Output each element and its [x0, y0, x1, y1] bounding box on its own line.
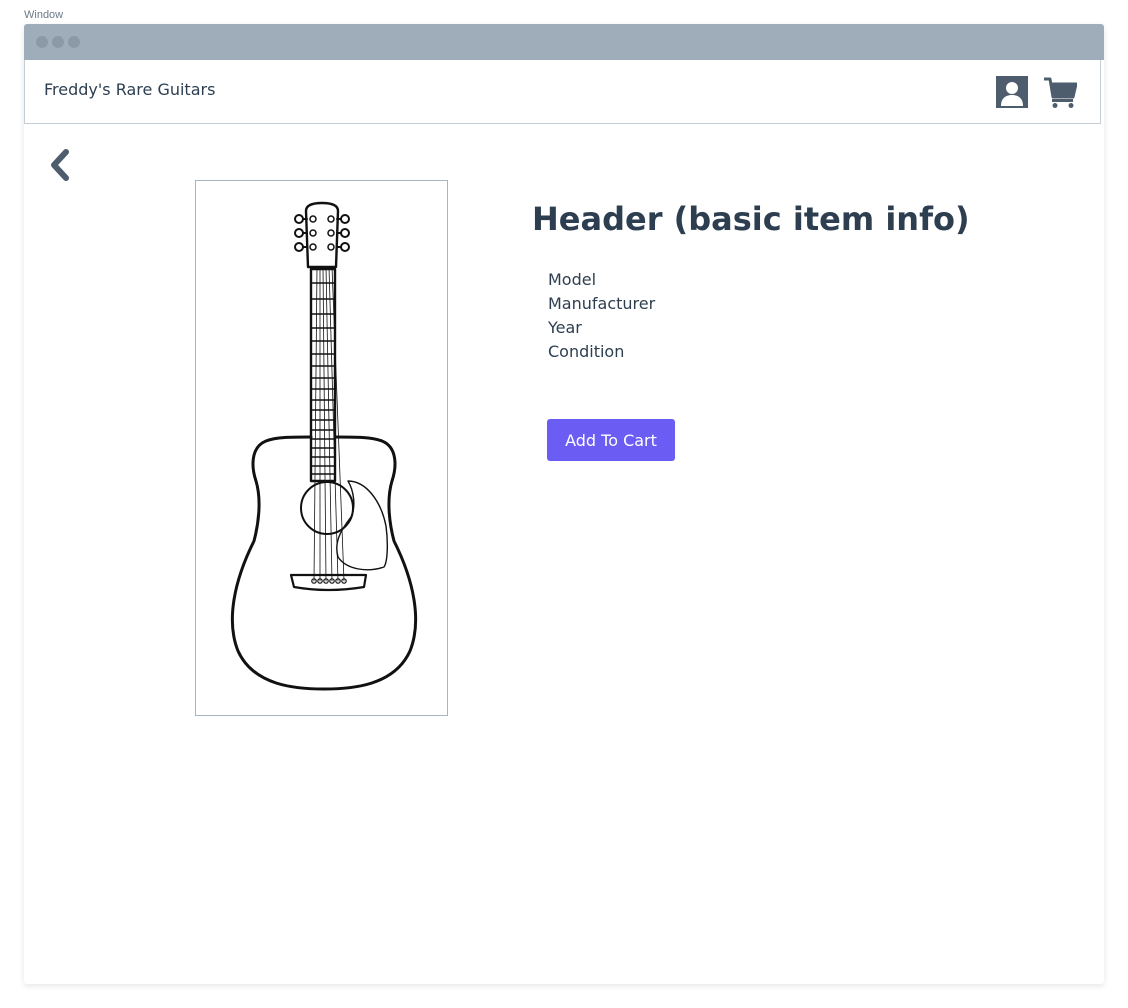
window-dot-minimize[interactable]	[52, 36, 64, 48]
app-window: Freddy's Rare Guitars Header (basic item…	[24, 24, 1104, 984]
item-header: Header (basic item info)	[532, 200, 970, 238]
chevron-left-icon[interactable]	[48, 148, 72, 182]
top-navbar: Freddy's Rare Guitars	[24, 60, 1101, 124]
product-image	[195, 180, 448, 716]
item-details-list: Model Manufacturer Year Condition	[548, 268, 655, 364]
window-titlebar[interactable]	[24, 24, 1104, 60]
shopping-cart-icon[interactable]	[1043, 75, 1078, 109]
detail-model: Model	[548, 270, 597, 289]
window-dot-maximize[interactable]	[68, 36, 80, 48]
brand-name[interactable]: Freddy's Rare Guitars	[44, 80, 215, 99]
window-caption: Window	[24, 9, 64, 21]
window-dot-close[interactable]	[36, 36, 48, 48]
acoustic-guitar-image	[230, 201, 418, 691]
user-icon[interactable]	[996, 76, 1028, 108]
add-to-cart-button[interactable]: Add To Cart	[547, 419, 675, 461]
detail-manufacturer: Manufacturer	[548, 294, 656, 313]
detail-year: Year	[548, 318, 582, 337]
detail-condition: Condition	[548, 342, 625, 361]
